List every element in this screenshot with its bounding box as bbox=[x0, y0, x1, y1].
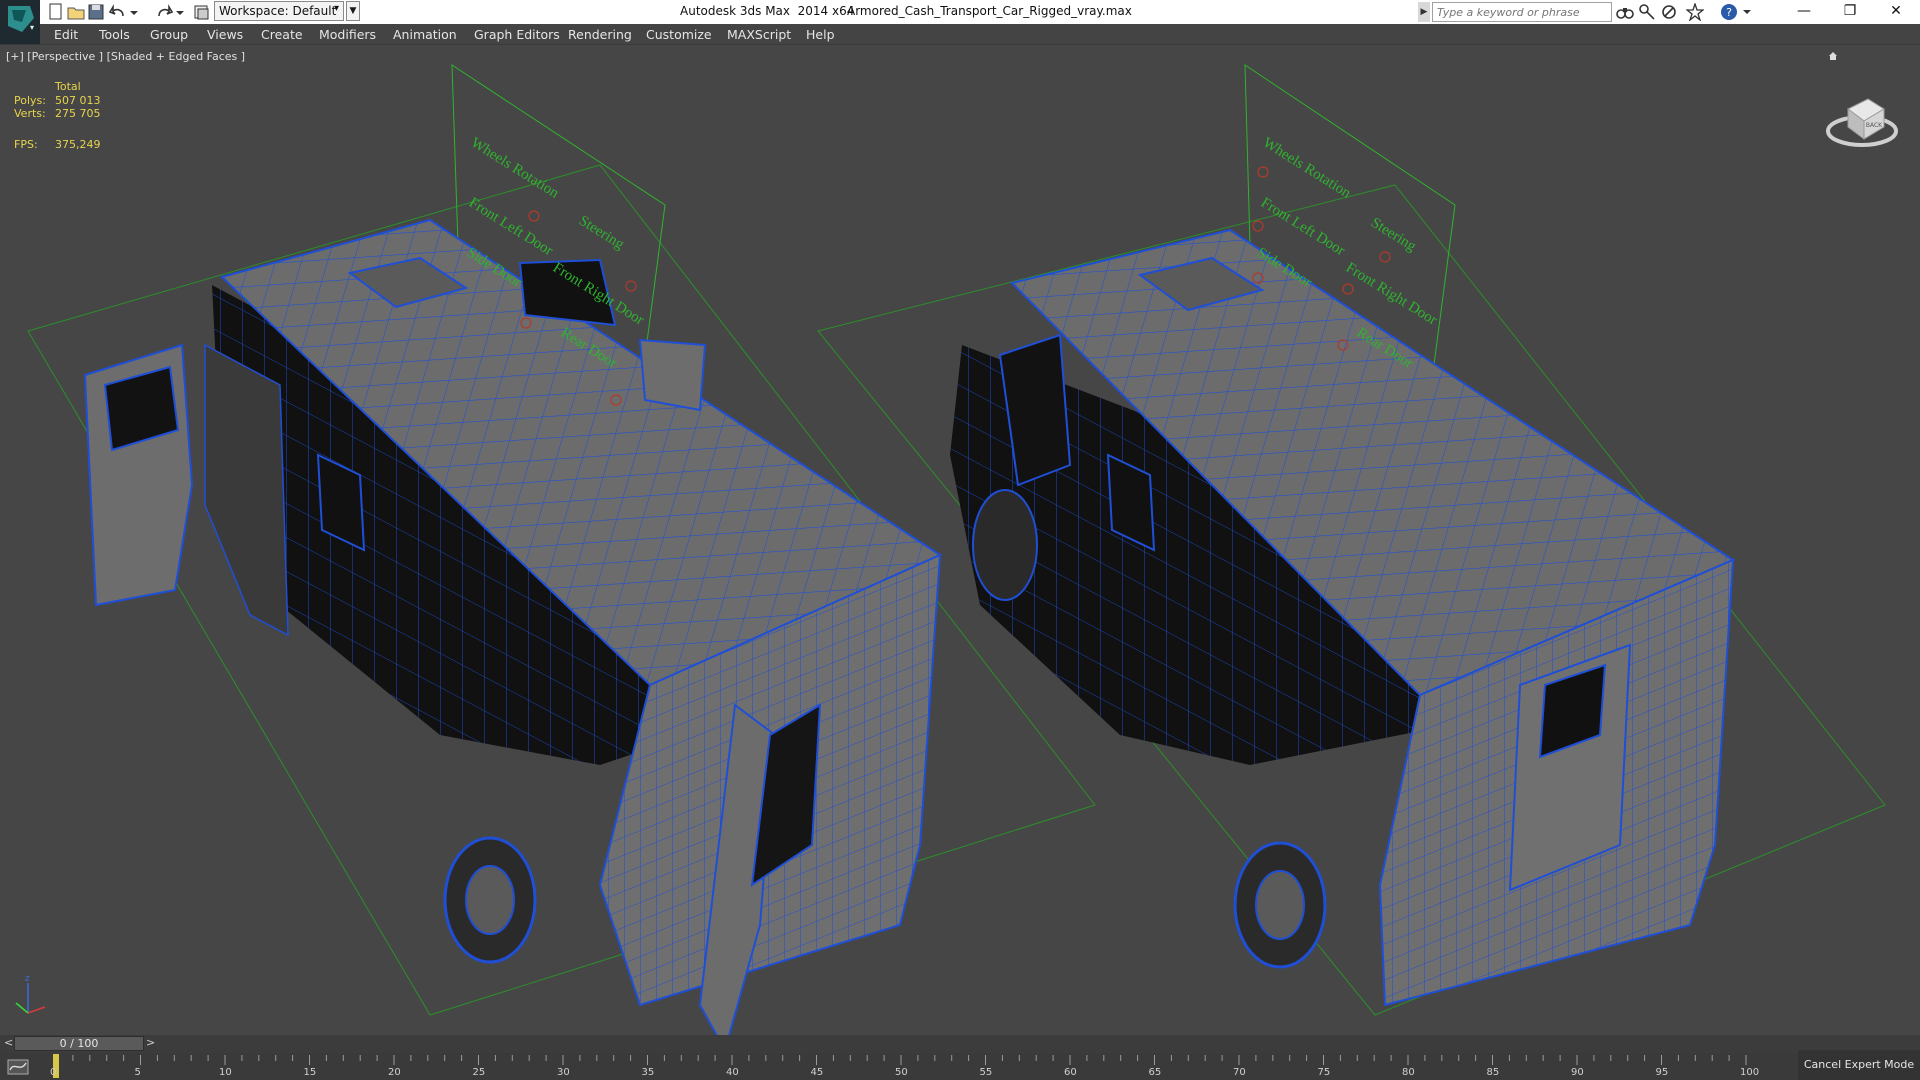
timeline-tick-label: 100 bbox=[1740, 1067, 1760, 1078]
menu-edit[interactable]: Edit bbox=[54, 27, 78, 42]
new-file-icon[interactable] bbox=[46, 2, 66, 22]
stats-polys-value: 507 013 bbox=[55, 94, 101, 107]
menu-help[interactable]: Help bbox=[806, 27, 835, 42]
cancel-expert-mode-button[interactable]: Cancel Expert Mode bbox=[1798, 1050, 1920, 1080]
rig-label-steering-left: Steering bbox=[576, 213, 627, 253]
menu-tools[interactable]: Tools bbox=[99, 27, 130, 42]
timeline-tick-label: 15 bbox=[303, 1067, 317, 1078]
search-expand-icon[interactable]: ▶ bbox=[1418, 2, 1430, 22]
perspective-viewport[interactable]: Wheels Rotation Front Left Door Side Doo… bbox=[0, 45, 1920, 1035]
stats-polys-label: Polys: bbox=[14, 94, 46, 107]
stats-fps-value: 375,249 bbox=[55, 138, 101, 151]
track-bar[interactable]: 0 5 10 15 20 25 30 35 40 45 50 55 60 65 70 75 80 85 90 95 10… bbox=[0, 1053, 1920, 1080]
timeline-tick-label: 95 bbox=[1655, 1067, 1669, 1078]
prev-frame-arrow-icon[interactable]: < bbox=[4, 1036, 13, 1049]
app-menu-button[interactable]: ▾ bbox=[0, 0, 40, 44]
menu-bar: Edit Tools Group Views Create Modifiers … bbox=[0, 24, 1920, 45]
chevron-down-icon: ▾ bbox=[333, 3, 339, 14]
svg-text:z: z bbox=[25, 974, 30, 984]
menu-views[interactable]: Views bbox=[207, 27, 243, 42]
rig-label-wheels-rotation-left: Wheels Rotation bbox=[468, 135, 562, 202]
rig-label-wheels-rotation-right: Wheels Rotation bbox=[1260, 135, 1354, 202]
file-title: Armored_Cash_Transport_Car_Rigged_vray.m… bbox=[847, 4, 1132, 18]
help-dropdown-icon[interactable] bbox=[1738, 3, 1756, 21]
timeline-tick-label: 5 bbox=[134, 1067, 141, 1078]
menu-animation[interactable]: Animation bbox=[393, 27, 457, 42]
timeline-tick-label: 55 bbox=[979, 1067, 993, 1078]
menu-rendering[interactable]: Rendering bbox=[568, 27, 632, 42]
timeline-tick-label: 65 bbox=[1148, 1067, 1162, 1078]
truck-left[interactable]: Wheels Rotation Front Left Door Side Doo… bbox=[27, 64, 1096, 1035]
menu-create[interactable]: Create bbox=[261, 27, 303, 42]
search-input[interactable] bbox=[1432, 2, 1612, 22]
viewcube-face-label: BACK bbox=[1866, 122, 1883, 129]
restore-button[interactable]: ❐ bbox=[1828, 0, 1872, 24]
workspace-selector[interactable]: Workspace: Default ▾ bbox=[214, 1, 344, 21]
3dsmax-logo-icon: ▾ bbox=[8, 6, 34, 32]
stats-verts-label: Verts: bbox=[14, 107, 46, 120]
save-icon[interactable] bbox=[86, 2, 106, 22]
timeline-tick-label: 20 bbox=[388, 1067, 401, 1078]
close-button[interactable]: ✕ bbox=[1874, 0, 1918, 24]
redo-dropdown-icon[interactable] bbox=[170, 2, 190, 22]
project-folder-icon[interactable] bbox=[192, 2, 212, 22]
timeline-tick-label: 35 bbox=[641, 1067, 655, 1078]
time-slider[interactable]: < 0 / 100 > bbox=[0, 1035, 1920, 1053]
truck-right[interactable]: Wheels Rotation Front Left Door Side Doo… bbox=[817, 64, 1886, 1016]
stats-total-label: Total bbox=[55, 80, 81, 93]
svg-text:▾: ▾ bbox=[30, 23, 34, 32]
timeline-tick-label: 60 bbox=[1064, 1067, 1077, 1078]
menu-graph-editors[interactable]: Graph Editors bbox=[474, 27, 560, 42]
viewport-label[interactable]: [+] [Perspective ] [Shaded + Edged Faces… bbox=[6, 50, 245, 63]
viewcube-icon[interactable]: BACK bbox=[1824, 79, 1900, 155]
undo-dropdown-icon[interactable] bbox=[124, 2, 144, 22]
timeline-tick-label: 10 bbox=[219, 1067, 232, 1078]
timeline-tick-label: 70 bbox=[1233, 1067, 1246, 1078]
stats-fps-label: FPS: bbox=[14, 138, 38, 151]
key-icon[interactable] bbox=[1638, 3, 1656, 21]
svg-text:?: ? bbox=[1726, 6, 1732, 19]
workspace-label: Workspace: Default bbox=[219, 4, 337, 18]
stats-verts-value: 275 705 bbox=[55, 107, 101, 120]
timeline-tick-label: 45 bbox=[810, 1067, 824, 1078]
timeline-tick-label: 50 bbox=[895, 1067, 908, 1078]
open-folder-icon[interactable] bbox=[66, 2, 86, 22]
subscription-icon[interactable] bbox=[1660, 3, 1678, 21]
quick-access-dropdown[interactable]: ▼ bbox=[346, 1, 360, 21]
help-icon[interactable]: ? bbox=[1720, 3, 1738, 21]
axis-gizmo: z bbox=[15, 974, 46, 1014]
timeline-tick-label: 25 bbox=[472, 1067, 486, 1078]
menu-group[interactable]: Group bbox=[150, 27, 188, 42]
menu-maxscript[interactable]: MAXScript bbox=[727, 27, 791, 42]
app-title: Autodesk 3ds Max 2014 x64 bbox=[680, 4, 855, 18]
menu-customize[interactable]: Customize bbox=[646, 27, 712, 42]
minimize-button[interactable]: — bbox=[1782, 0, 1826, 24]
timeline-tick-label: 80 bbox=[1402, 1067, 1415, 1078]
curve-editor-icon[interactable] bbox=[6, 1057, 30, 1077]
scene-canvas[interactable]: Wheels Rotation Front Left Door Side Doo… bbox=[0, 45, 1920, 1035]
rig-label-steering-right: Steering bbox=[1368, 215, 1419, 255]
timeline-tick-label: 30 bbox=[557, 1067, 570, 1078]
timeline-tick-label: 0 bbox=[50, 1067, 57, 1078]
title-bar: ▾ Workspace: Default ▾ ▼ Autodesk 3ds Ma… bbox=[0, 0, 1920, 44]
binoculars-icon[interactable] bbox=[1616, 3, 1634, 21]
time-slider-thumb[interactable]: 0 / 100 bbox=[14, 1036, 144, 1051]
timeline-tick-label: 90 bbox=[1571, 1067, 1584, 1078]
timeline-tick-label: 40 bbox=[726, 1067, 739, 1078]
star-icon[interactable] bbox=[1686, 3, 1704, 21]
timeline-tick-label: 75 bbox=[1317, 1067, 1331, 1078]
menu-modifiers[interactable]: Modifiers bbox=[319, 27, 376, 42]
next-frame-arrow-icon[interactable]: > bbox=[146, 1036, 155, 1049]
home-icon[interactable] bbox=[1828, 51, 1838, 61]
timeline-tick-label: 85 bbox=[1486, 1067, 1500, 1078]
